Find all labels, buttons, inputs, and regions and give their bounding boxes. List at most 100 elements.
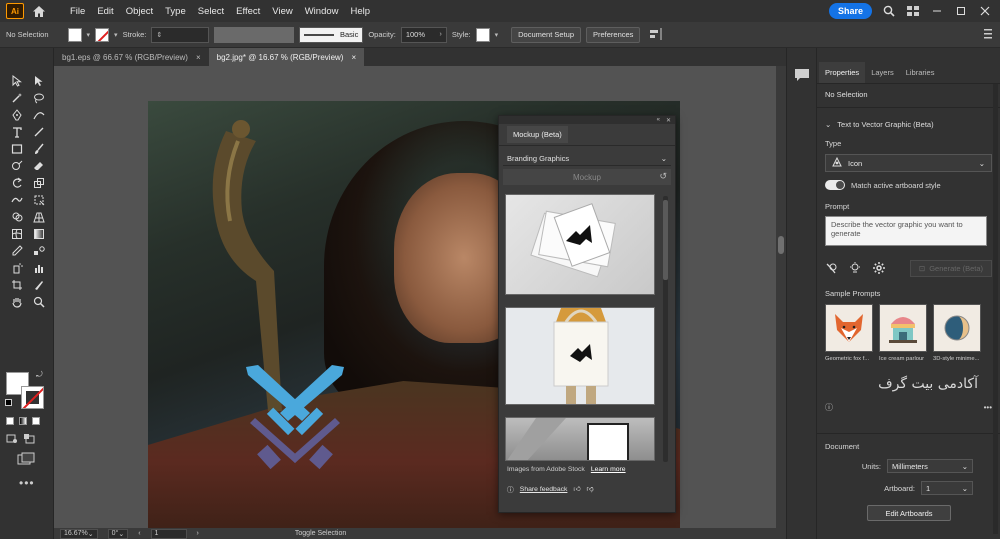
share-button[interactable]: Share [828,3,872,19]
menu-window[interactable]: Window [299,6,345,17]
graphic-style-swatch[interactable] [475,27,490,42]
arrange-documents-icon[interactable] [906,4,920,18]
menu-help[interactable]: Help [345,6,377,17]
shaper-tool-icon[interactable] [8,157,26,174]
blend-tool-icon[interactable] [30,242,48,259]
draw-behind-icon[interactable] [24,434,36,446]
rotate-tool-icon[interactable] [8,174,26,191]
rotation-field[interactable]: 0° ⌄ [107,528,129,539]
rectangle-tool-icon[interactable] [8,140,26,157]
type-select[interactable]: Icon ⌄ [825,154,992,172]
menu-effect[interactable]: Effect [230,6,266,17]
prompt-input[interactable]: Describe the vector graphic you want to … [825,216,987,246]
slice-tool-icon[interactable] [30,276,48,293]
control-bar-menu-icon[interactable] [984,28,992,44]
gradient-mode-icon[interactable] [19,417,27,425]
hand-tool-icon[interactable] [8,293,26,310]
tab-bg1[interactable]: bg1.eps @ 66.67 % (RGB/Preview) × [54,48,209,66]
stroke-swatch[interactable] [95,27,110,42]
home-icon[interactable] [28,0,50,22]
mockup-thumbnail-tote-bag[interactable] [505,307,655,405]
align-icon[interactable] [649,27,665,42]
sample-prompt-3d-minimal[interactable]: 3D-style minime... [933,304,981,362]
magic-wand-tool-icon[interactable] [8,89,26,106]
screen-mode-icon[interactable] [17,452,35,468]
chevron-down-icon[interactable]: ▾ [87,31,91,39]
settings-gear-icon[interactable] [873,261,885,276]
effects-icon[interactable] [849,261,861,276]
share-feedback-link[interactable]: Share feedback [520,486,568,493]
comments-icon[interactable] [794,68,810,82]
collapse-icon[interactable]: « [657,117,660,123]
direct-selection-tool-icon[interactable] [30,72,48,89]
thumbs-up-icon[interactable]: 👍︎ [573,485,580,493]
lasso-tool-icon[interactable] [30,89,48,106]
brush-profile-field[interactable]: Basic [299,26,364,43]
none-mode-icon[interactable] [32,417,40,425]
menu-select[interactable]: Select [192,6,230,17]
symbol-sprayer-tool-icon[interactable] [8,259,26,276]
menu-edit[interactable]: Edit [91,6,119,17]
menu-view[interactable]: View [266,6,298,17]
tab-bg2[interactable]: bg2.jpg* @ 16.67 % (RGB/Preview) × [208,48,365,66]
chevron-down-icon[interactable]: ▾ [495,31,499,39]
scrollbar-thumb[interactable] [778,236,784,254]
info-icon[interactable]: ⓘ [825,402,833,413]
default-fill-stroke-icon[interactable] [5,399,12,406]
fill-swatch[interactable] [67,27,82,42]
fill-stroke-widget[interactable]: ⤾ [5,370,46,412]
previous-artboard-icon[interactable]: ‹ [138,530,140,537]
close-icon[interactable]: ✕ [666,117,671,124]
properties-scrollbar[interactable] [993,84,998,534]
match-style-toggle[interactable] [825,180,845,190]
type-tool-icon[interactable] [8,123,26,140]
tab-properties[interactable]: Properties [819,62,866,83]
column-graph-tool-icon[interactable] [30,259,48,276]
swap-fill-stroke-icon[interactable]: ⤾ [36,370,43,380]
menu-object[interactable]: Object [120,6,159,17]
eraser-tool-icon[interactable] [30,157,48,174]
maximize-icon[interactable] [954,4,968,18]
search-icon[interactable] [882,4,896,18]
close-icon[interactable]: × [351,53,356,62]
eyedropper-tool-icon[interactable] [8,242,26,259]
close-icon[interactable]: × [196,53,201,62]
ttv-header[interactable]: ⌄ Text to Vector Graphic (Beta) [825,120,992,129]
curvature-tool-icon[interactable] [30,106,48,123]
learn-more-link[interactable]: Learn more [591,466,626,473]
selection-tool-icon[interactable] [8,72,26,89]
pen-tool-icon[interactable] [8,106,26,123]
variable-width-field[interactable] [214,26,295,43]
generate-button[interactable]: ⊡ Generate (Beta) [909,260,992,277]
opacity-field[interactable]: 100% › [400,26,447,43]
line-segment-tool-icon[interactable] [30,123,48,140]
edit-artboards-button[interactable]: Edit Artboards [867,505,951,521]
artboard-tool-icon[interactable] [8,276,26,293]
zoom-tool-icon[interactable] [30,293,48,310]
sample-prompt-ice-cream[interactable]: Ice cream parlour [879,304,927,362]
tab-libraries[interactable]: Libraries [900,62,941,83]
scrollbar-thumb[interactable] [663,200,668,280]
mockup-thumbnail-cards[interactable] [505,194,655,295]
edit-toolbar-icon[interactable]: ••• [19,476,35,490]
tab-mockup[interactable]: Mockup (Beta) [507,126,568,143]
minimize-icon[interactable] [930,4,944,18]
style-picker-icon[interactable] [825,262,837,276]
mesh-tool-icon[interactable] [8,225,26,242]
document-setup-button[interactable]: Document Setup [511,26,581,43]
paintbrush-tool-icon[interactable] [30,140,48,157]
canvas[interactable]: « ✕ Mockup (Beta) Branding Graphics ⌄ Mo… [54,66,786,528]
perspective-grid-tool-icon[interactable] [30,208,48,225]
refresh-icon[interactable]: ↺ [659,171,667,182]
sample-prompt-fox[interactable]: Geometric fox f... [825,304,873,362]
stroke-color-box[interactable] [21,386,44,409]
draw-normal-icon[interactable] [6,434,18,446]
tab-layers[interactable]: Layers [865,62,900,83]
category-dropdown[interactable]: Branding Graphics ⌄ [503,152,671,166]
shape-builder-tool-icon[interactable] [8,208,26,225]
thumbs-down-icon[interactable]: 👎︎ [587,485,594,493]
warp-tool-icon[interactable] [8,191,26,208]
units-select[interactable]: Millimeters ⌄ [887,459,973,473]
stroke-weight-field[interactable]: ⇕ [151,26,210,43]
menu-file[interactable]: File [64,6,91,17]
